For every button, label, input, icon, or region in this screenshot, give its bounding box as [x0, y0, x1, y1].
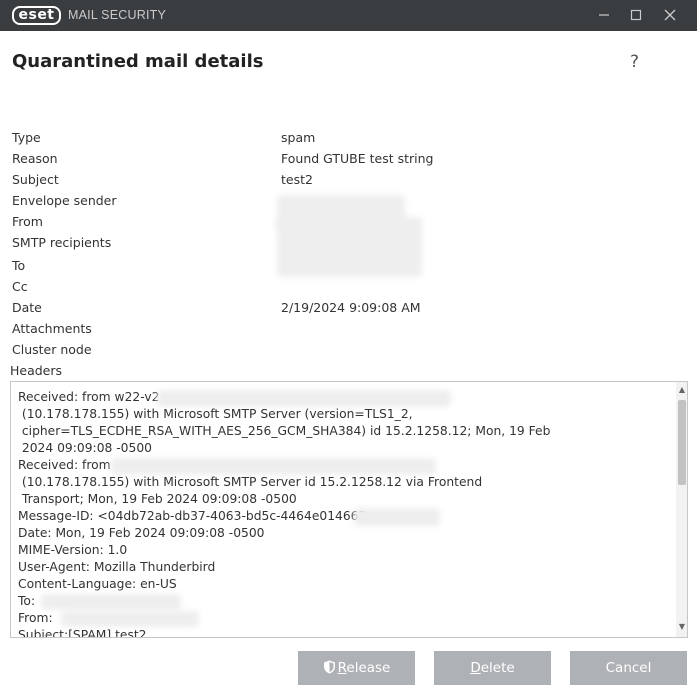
header-line: (10.178.178.155) with Microsoft SMTP Ser… — [18, 407, 413, 421]
header-line: Received: from w22-v2 — [18, 390, 160, 404]
header-line: Content-Language: en-US — [18, 577, 177, 591]
app-title: MAIL SECURITY — [68, 8, 166, 22]
header-line: Subject:[SPAM] test2 — [18, 628, 147, 638]
header-line: (10.178.178.155) with Microsoft SMTP Ser… — [18, 475, 483, 489]
label-cc: Cc — [12, 279, 28, 294]
header-line: Received: from — [18, 458, 111, 472]
minimize-button[interactable] — [592, 4, 616, 26]
value-date: 2/19/2024 9:09:08 AM — [281, 300, 421, 315]
label-to: To — [12, 258, 26, 273]
label-subject: Subject — [12, 172, 59, 187]
redacted-recipients-block — [277, 217, 422, 277]
header-line: To: — [18, 594, 36, 608]
redacted-header — [354, 508, 440, 526]
close-button[interactable] — [658, 4, 682, 26]
header-line: 2024 09:09:08 -0500 — [18, 441, 152, 455]
header-line: From: — [18, 611, 53, 625]
eset-logo-text: eset — [18, 7, 55, 23]
headers-scrollbar[interactable]: ▲ ▼ — [676, 382, 687, 637]
label-reason: Reason — [12, 151, 58, 166]
label-from: From — [12, 214, 43, 229]
release-button[interactable]: Release — [298, 651, 415, 685]
label-date: Date — [12, 300, 42, 315]
maximize-button[interactable] — [624, 4, 648, 26]
label-type: Type — [12, 130, 41, 145]
delete-button-label: elete — [480, 660, 515, 676]
eset-logo: eset — [12, 6, 61, 25]
header-line: cipher=TLS_ECDHE_RSA_WITH_AES_256_GCM_SH… — [18, 424, 551, 438]
label-attachments: Attachments — [12, 321, 92, 336]
page-title: Quarantined mail details — [12, 51, 264, 72]
redacted-header — [61, 611, 199, 627]
value-reason: Found GTUBE test string — [281, 151, 434, 166]
label-envelope-sender: Envelope sender — [12, 193, 117, 208]
minimize-icon — [599, 14, 609, 16]
header-line: User-Agent: Mozilla Thunderbird — [18, 560, 216, 574]
redacted-header — [111, 458, 436, 475]
headers-textarea[interactable]: Received: from w22-v2 (10.178.178.155) w… — [10, 381, 688, 638]
cancel-button[interactable]: Cancel — [570, 651, 687, 685]
scroll-up-arrow-icon[interactable]: ▲ — [676, 384, 687, 396]
shield-icon — [323, 660, 335, 674]
redacted-header — [157, 390, 451, 407]
header-line: Date: Mon, 19 Feb 2024 09:09:08 -0500 — [18, 526, 265, 540]
title-bar: eset MAIL SECURITY — [0, 0, 697, 31]
help-icon[interactable]: ? — [630, 52, 639, 72]
delete-button[interactable]: Delete — [434, 651, 551, 685]
header-line: MIME-Version: 1.0 — [18, 543, 128, 557]
label-smtp-recipients: SMTP recipients — [12, 235, 112, 250]
value-subject: test2 — [281, 172, 313, 187]
redacted-header — [41, 594, 181, 610]
header-line: Message-ID: <04db72ab-db37-4063-bd5c-446… — [18, 509, 367, 523]
scroll-down-arrow-icon[interactable]: ▼ — [676, 621, 687, 633]
value-type: spam — [281, 130, 316, 145]
maximize-icon — [630, 9, 642, 21]
delete-button-mnemonic: D — [470, 660, 481, 676]
label-headers: Headers — [10, 363, 63, 378]
label-cluster-node: Cluster node — [12, 342, 92, 357]
scroll-thumb[interactable] — [678, 400, 686, 485]
release-button-label: elease — [346, 660, 391, 676]
header-line: Transport; Mon, 19 Feb 2024 09:09:08 -05… — [18, 492, 297, 506]
close-icon — [664, 9, 676, 21]
